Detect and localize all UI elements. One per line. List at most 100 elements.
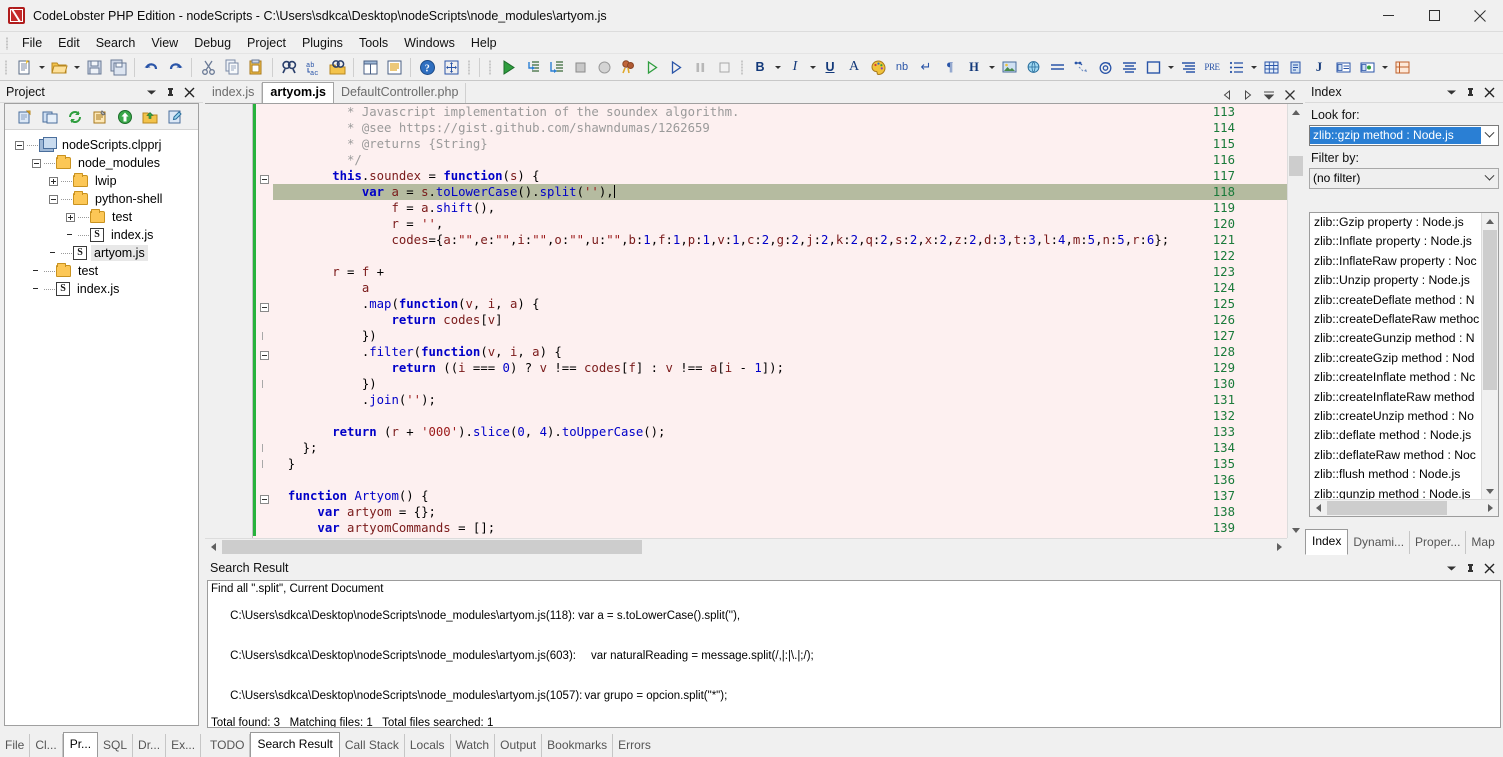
index-list-item[interactable]: zlib::createGunzip method : N <box>1310 329 1481 348</box>
stop-debug-icon[interactable] <box>712 56 736 79</box>
tab-locals[interactable]: Locals <box>405 734 451 757</box>
menu-project[interactable]: Project <box>239 33 294 53</box>
replace-icon[interactable]: ab ac <box>301 56 325 79</box>
menu-edit[interactable]: Edit <box>50 33 88 53</box>
index-list-vertical-scrollbar[interactable] <box>1481 213 1498 499</box>
insert-image-icon[interactable] <box>997 56 1021 79</box>
font-icon[interactable]: A <box>842 56 866 79</box>
paragraph-icon[interactable]: ¶ <box>938 56 962 79</box>
close-tab-icon[interactable] <box>1284 88 1296 101</box>
list-icon[interactable] <box>1224 56 1248 79</box>
tab-output[interactable]: Output <box>495 734 542 757</box>
menu-search[interactable]: Search <box>88 33 144 53</box>
insert-select-icon[interactable] <box>1355 56 1379 79</box>
index-list-horizontal-scrollbar[interactable] <box>1310 499 1498 516</box>
split-view-icon[interactable] <box>358 56 382 79</box>
scroll-down-button[interactable] <box>1482 483 1498 499</box>
look-for-combobox[interactable]: zlib::gzip method : Node.js <box>1309 125 1499 146</box>
scroll-down-button[interactable] <box>1288 522 1303 538</box>
tree-node-test-root[interactable]: test <box>5 262 198 280</box>
menu-debug[interactable]: Debug <box>186 33 239 53</box>
tab-project[interactable]: Pr... <box>63 732 98 757</box>
index-list-item[interactable]: zlib::Unzip property : Node.js <box>1310 271 1481 290</box>
menu-windows[interactable]: Windows <box>396 33 463 53</box>
tab-explorer[interactable]: Ex... <box>166 734 201 757</box>
collapse-toggle-icon[interactable] <box>49 195 58 204</box>
editor-tab-artyom-js[interactable]: artyom.js <box>262 82 334 103</box>
fold-toggle-137[interactable] <box>260 495 269 504</box>
edit-project-icon[interactable] <box>164 106 185 127</box>
download-icon[interactable] <box>139 106 160 127</box>
scroll-right-button[interactable] <box>1482 500 1498 516</box>
tab-drupal[interactable]: Dr... <box>133 734 166 757</box>
fold-margin[interactable] <box>258 104 272 538</box>
stop-icon[interactable] <box>568 56 592 79</box>
tab-list-icon[interactable] <box>1263 88 1275 101</box>
javascript-icon[interactable]: J <box>1307 56 1331 79</box>
menu-grip[interactable] <box>3 35 12 51</box>
index-list-item[interactable]: zlib::deflate method : Node.js <box>1310 426 1481 445</box>
menu-plugins[interactable]: Plugins <box>294 33 351 53</box>
search-result-list[interactable]: Find all ".split", Current Document C:\U… <box>207 580 1501 728</box>
heading-dropdown-icon[interactable] <box>986 56 997 79</box>
refresh-icon[interactable] <box>64 106 85 127</box>
file-list-icon[interactable] <box>382 56 406 79</box>
run-icon[interactable] <box>496 56 520 79</box>
toolbar-grip-2[interactable] <box>465 58 473 77</box>
tree-node-artyom[interactable]: S artyom.js <box>5 244 198 262</box>
close-icon[interactable] <box>1483 86 1496 99</box>
underline-icon[interactable]: U <box>818 56 842 79</box>
tree-node-test-inner[interactable]: test <box>5 208 198 226</box>
copy-icon[interactable] <box>220 56 244 79</box>
scroll-right-button[interactable] <box>1271 539 1287 554</box>
menu-file[interactable]: File <box>14 33 50 53</box>
cut-icon[interactable] <box>196 56 220 79</box>
index-results-list[interactable]: zlib::Gzip property : Node.js zlib::Infl… <box>1309 212 1499 517</box>
fullscreen-icon[interactable] <box>439 56 463 79</box>
tree-node-python-shell[interactable]: python-shell <box>5 190 198 208</box>
minimize-button[interactable] <box>1365 0 1411 32</box>
index-list-item[interactable]: zlib::gunzip method : Node.js <box>1310 485 1481 499</box>
upload-icon[interactable] <box>114 106 135 127</box>
menu-help[interactable]: Help <box>463 33 505 53</box>
horizontal-scroll-thumb[interactable] <box>1327 501 1447 515</box>
search-result-row[interactable]: C:\Users\sdkca\Desktop\nodeScripts\node_… <box>211 637 1497 677</box>
step-into-icon[interactable] <box>520 56 544 79</box>
scroll-left-button[interactable] <box>205 539 221 554</box>
tree-node-python-shell-index[interactable]: S index.js <box>5 226 198 244</box>
tab-search-result[interactable]: Search Result <box>250 732 339 757</box>
find-icon[interactable] <box>277 56 301 79</box>
run-to-cursor-icon[interactable] <box>640 56 664 79</box>
close-icon[interactable] <box>1483 562 1496 575</box>
menu-view[interactable]: View <box>143 33 186 53</box>
prev-tab-icon[interactable] <box>1221 88 1233 101</box>
tree-node-root-index[interactable]: S index.js <box>5 280 198 298</box>
tab-dynamic-help[interactable]: Dynami... <box>1348 531 1410 554</box>
expand-toggle-icon[interactable] <box>49 177 58 186</box>
project-properties-icon[interactable] <box>89 106 110 127</box>
fold-toggle-125[interactable] <box>260 303 269 312</box>
close-button[interactable] <box>1457 0 1503 32</box>
collapse-toggle-icon[interactable] <box>32 159 41 168</box>
open-file-icon[interactable] <box>47 56 71 79</box>
line-break-icon[interactable]: ↵ <box>914 56 938 79</box>
anchor-icon[interactable] <box>1069 56 1093 79</box>
color-palette-icon[interactable] <box>866 56 890 79</box>
horizontal-rule-icon[interactable] <box>1045 56 1069 79</box>
italic-dropdown-icon[interactable] <box>807 56 818 79</box>
copy-project-icon[interactable] <box>39 106 60 127</box>
tab-errors[interactable]: Errors <box>613 734 656 757</box>
help-icon[interactable]: ? <box>415 56 439 79</box>
editor-horizontal-scrollbar[interactable] <box>205 538 1287 554</box>
bold-icon[interactable]: B <box>748 56 772 79</box>
insert-field-icon[interactable] <box>1331 56 1355 79</box>
editor-tab-index-js[interactable]: index.js <box>205 83 262 103</box>
tab-bookmarks[interactable]: Bookmarks <box>542 734 613 757</box>
menu-tools[interactable]: Tools <box>351 33 396 53</box>
toolbar-grip-1[interactable] <box>2 58 10 77</box>
next-tab-icon[interactable] <box>1242 88 1254 101</box>
open-file-dropdown-icon[interactable] <box>71 56 82 79</box>
chevron-down-icon[interactable] <box>1481 126 1498 145</box>
validate-icon[interactable] <box>616 56 640 79</box>
index-list-item[interactable]: zlib::flush method : Node.js <box>1310 465 1481 484</box>
